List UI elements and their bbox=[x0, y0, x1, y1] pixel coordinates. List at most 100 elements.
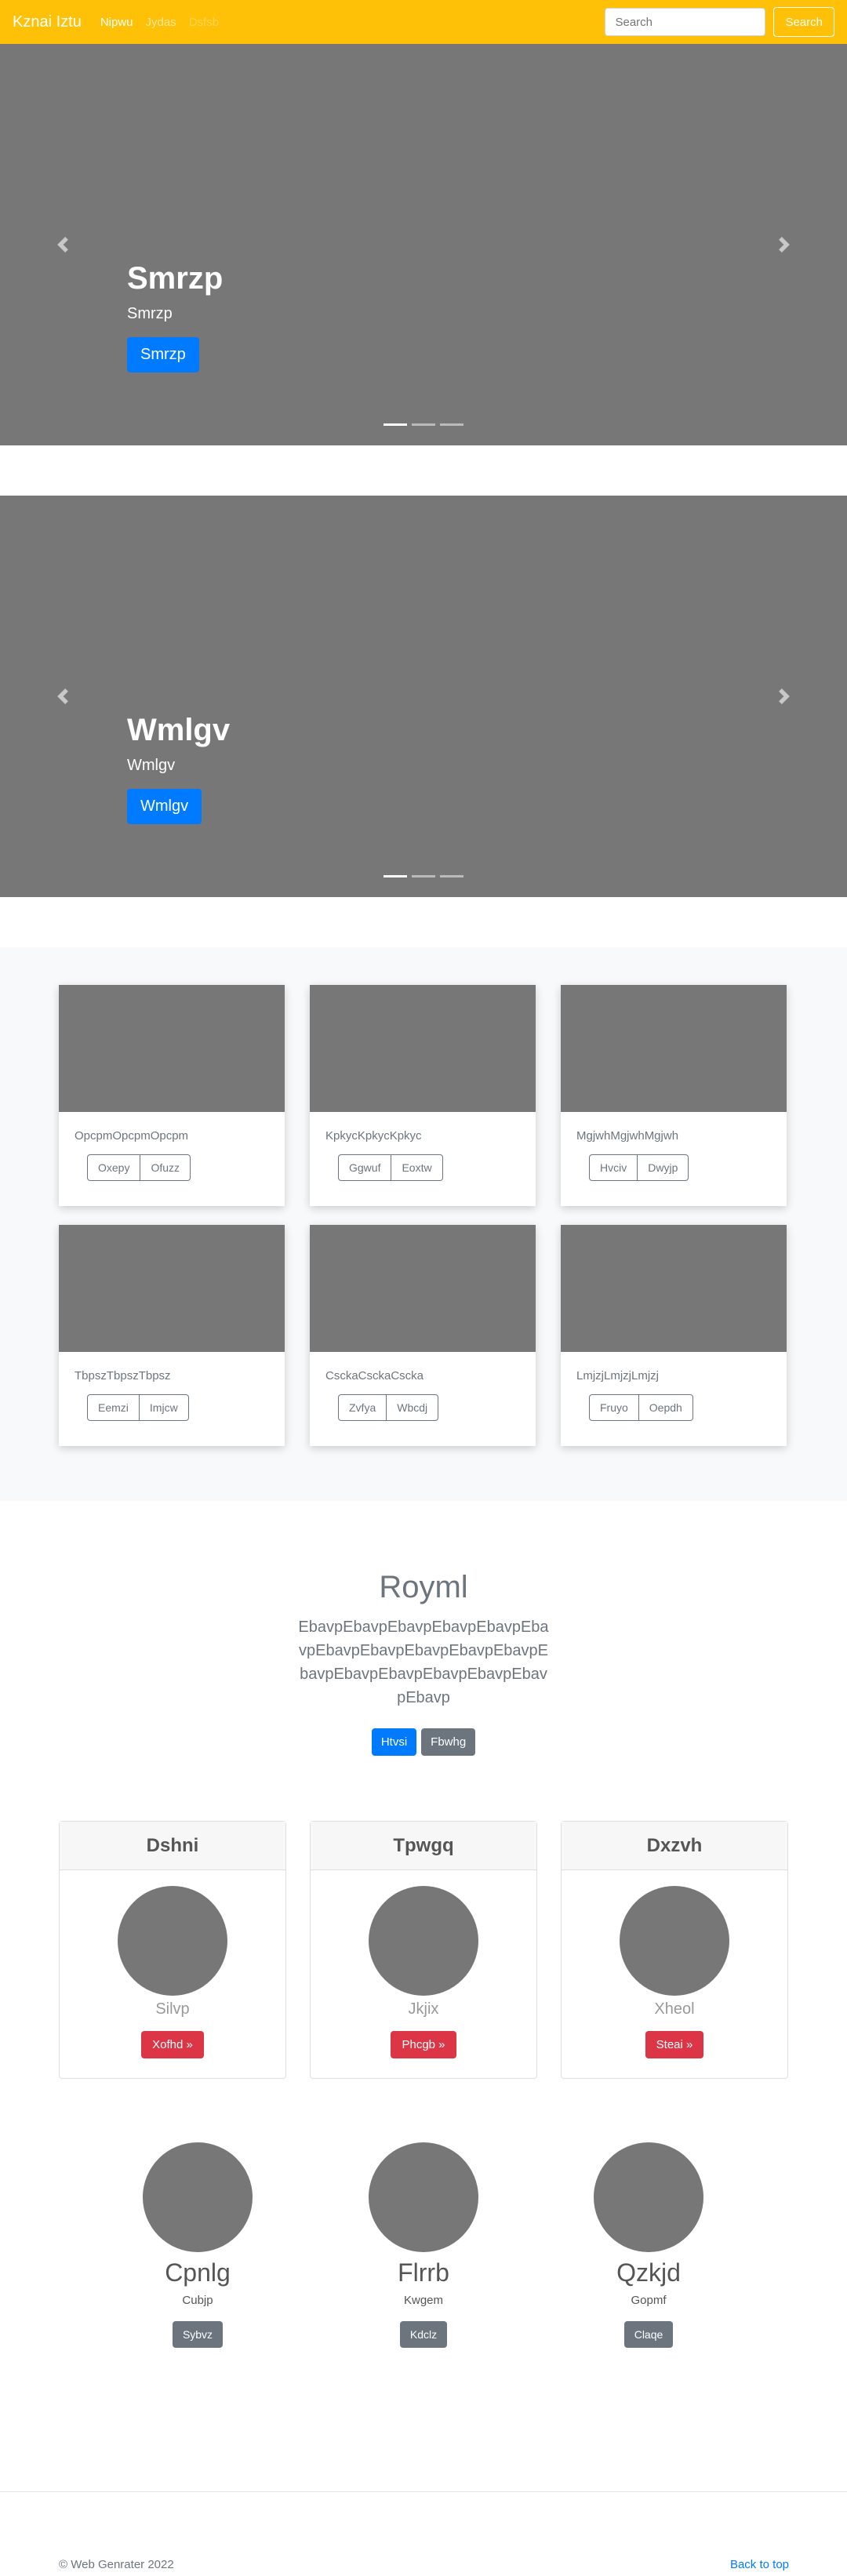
profile-card: Tpwgq Jkjix Phcgb » bbox=[310, 1821, 537, 2079]
nav-link-1[interactable]: Nipwu bbox=[100, 16, 133, 29]
profile-name: Silvp bbox=[155, 2000, 190, 2018]
card-text: KpkycKpkycKpkyc bbox=[325, 1129, 422, 1143]
card-text: CsckaCsckaCscka bbox=[325, 1369, 424, 1382]
marketing-image bbox=[369, 2142, 478, 2252]
jumbotron-secondary-button[interactable]: Fbwhg bbox=[421, 1728, 476, 1756]
carousel-button[interactable]: Wmlgv bbox=[127, 789, 202, 824]
marketing-subtitle: Gopmf bbox=[631, 2294, 667, 2307]
album-card: OpcpmOpcpmOpcpm Oxepy Ofuzz bbox=[59, 985, 285, 1206]
nav-link-3: Dsfsb bbox=[188, 15, 220, 29]
carousel-prev-button[interactable] bbox=[0, 496, 125, 897]
carousel-button[interactable]: Smrzp bbox=[127, 337, 199, 372]
card-button-1[interactable]: Fruyo bbox=[589, 1394, 639, 1421]
marketing-title: Qzkjd bbox=[616, 2258, 681, 2287]
carousel-2: Wmlgv Wmlgv Wmlgv bbox=[0, 496, 847, 897]
card-button-1[interactable]: Zvfya bbox=[338, 1394, 387, 1421]
card-image bbox=[59, 1225, 285, 1352]
marketing-column: Qzkjd Gopmf Claqe bbox=[570, 2142, 727, 2348]
jumbotron-title: Royml bbox=[379, 1570, 468, 1604]
marketing-image bbox=[143, 2142, 253, 2252]
card-button-1[interactable]: Hvciv bbox=[589, 1154, 638, 1181]
chevron-left-icon bbox=[57, 237, 68, 253]
marketing-column: Cpnlg Cubjp Sybvz bbox=[119, 2142, 276, 2348]
card-button-2[interactable]: Ofuzz bbox=[140, 1154, 191, 1181]
profile-button[interactable]: Phcgb » bbox=[391, 2031, 456, 2058]
carousel-next-button[interactable] bbox=[722, 496, 847, 897]
chevron-right-icon bbox=[779, 237, 790, 253]
jumbotron: Royml EbavpEbavpEbavpEbavpEbavpEbavpEbav… bbox=[0, 1568, 847, 1756]
brand[interactable]: Kznai Iztu bbox=[13, 13, 82, 31]
carousel-next-button[interactable] bbox=[722, 44, 847, 445]
carousel-1: Smrzp Smrzp Smrzp bbox=[0, 44, 847, 445]
card-button-group: Ggwuf Eoxtw bbox=[338, 1154, 536, 1181]
marketing-button[interactable]: Sybvz bbox=[172, 2321, 224, 2348]
profile-avatar bbox=[369, 1886, 478, 1996]
nav-link-2[interactable]: Jydas bbox=[146, 16, 176, 29]
carousel-subtitle: Wmlgv bbox=[127, 757, 176, 774]
profile-button[interactable]: Steai » bbox=[645, 2031, 704, 2058]
jumbotron-primary-button[interactable]: Htvsi bbox=[371, 1728, 417, 1756]
marketing-title: Cpnlg bbox=[165, 2258, 231, 2287]
album-card: MgjwhMgjwhMgjwh Hvciv Dwyjp bbox=[561, 985, 787, 1206]
card-text: OpcpmOpcpmOpcpm bbox=[75, 1129, 189, 1143]
card-button-2[interactable]: Dwyjp bbox=[638, 1154, 689, 1181]
carousel-caption: Smrzp Smrzp Smrzp bbox=[127, 260, 223, 372]
card-text: LmjzjLmjzjLmjzj bbox=[576, 1369, 660, 1382]
carousel-title: Wmlgv bbox=[127, 713, 231, 747]
profile-avatar bbox=[118, 1886, 227, 1996]
carousel-title: Smrzp bbox=[127, 261, 224, 296]
card-button-group: Hvciv Dwyjp bbox=[589, 1154, 787, 1181]
marketing-button[interactable]: Kdclz bbox=[399, 2321, 448, 2348]
carousel-subtitle: Smrzp bbox=[127, 305, 173, 322]
card-button-2[interactable]: Eoxtw bbox=[391, 1154, 443, 1181]
carousel-indicator-3[interactable] bbox=[440, 423, 463, 426]
chevron-left-icon bbox=[57, 689, 68, 704]
card-button-group: Zvfya Wbcdj bbox=[338, 1394, 536, 1421]
card-button-2[interactable]: Oepdh bbox=[638, 1394, 693, 1421]
marketing-subtitle: Kwgem bbox=[403, 2294, 444, 2307]
carousel-indicator-1[interactable] bbox=[384, 875, 407, 877]
profile-card-header: Dxzvh bbox=[562, 1822, 787, 1870]
album-card: TbpszTbpszTbpsz Eemzi Imjcw bbox=[59, 1225, 285, 1446]
carousel-indicator-2[interactable] bbox=[412, 875, 435, 877]
card-image bbox=[310, 1225, 536, 1352]
profile-card: Dshni Silvp Xofhd » bbox=[59, 1821, 286, 2079]
carousel-caption: Wmlgv Wmlgv Wmlgv bbox=[127, 711, 230, 824]
card-button-group: Fruyo Oepdh bbox=[589, 1394, 787, 1421]
carousel-indicator-2[interactable] bbox=[412, 423, 435, 426]
card-image bbox=[561, 985, 787, 1112]
marketing-title: Flrrb bbox=[398, 2258, 449, 2287]
marketing-column: Flrrb Kwgem Kdclz bbox=[345, 2142, 502, 2348]
album-card: LmjzjLmjzjLmjzj Fruyo Oepdh bbox=[561, 1225, 787, 1446]
card-button-group: Eemzi Imjcw bbox=[87, 1394, 285, 1421]
marketing-image bbox=[594, 2142, 703, 2252]
card-button-1[interactable]: Oxepy bbox=[87, 1154, 141, 1181]
carousel-indicator-1[interactable] bbox=[384, 423, 407, 426]
search-input[interactable] bbox=[605, 8, 766, 36]
carousel-indicator-3[interactable] bbox=[440, 875, 463, 877]
card-text: TbpszTbpszTbpsz bbox=[75, 1369, 171, 1382]
card-button-1[interactable]: Ggwuf bbox=[338, 1154, 392, 1181]
profile-button[interactable]: Xofhd » bbox=[141, 2031, 204, 2058]
card-button-group: Oxepy Ofuzz bbox=[87, 1154, 285, 1181]
carousel-prev-button[interactable] bbox=[0, 44, 125, 445]
footer-copyright: © Web Genrater 2022 bbox=[59, 2558, 174, 2571]
card-image bbox=[310, 985, 536, 1112]
album-card: KpkycKpkycKpkyc Ggwuf Eoxtw bbox=[310, 985, 536, 1206]
card-button-1[interactable]: Eemzi bbox=[87, 1394, 140, 1421]
back-to-top-link[interactable]: Back to top bbox=[730, 2558, 789, 2571]
marketing-subtitle: Cubjp bbox=[182, 2294, 213, 2307]
jumbotron-text: EbavpEbavpEbavpEbavpEbavpEbavpEbavpEbavp… bbox=[298, 1619, 549, 1706]
profile-name: Xheol bbox=[654, 2000, 695, 2018]
card-image bbox=[59, 985, 285, 1112]
search-form: Search bbox=[605, 7, 834, 37]
card-button-2[interactable]: Imjcw bbox=[139, 1394, 189, 1421]
marketing-button[interactable]: Claqe bbox=[623, 2321, 674, 2348]
profile-name: Jkjix bbox=[408, 2000, 439, 2018]
chevron-right-icon bbox=[779, 689, 790, 704]
profile-card-header: Dshni bbox=[60, 1822, 285, 1870]
navbar: Kznai Iztu Nipwu Jydas Dsfsb Search bbox=[0, 0, 847, 44]
card-button-2[interactable]: Wbcdj bbox=[387, 1394, 439, 1421]
search-button[interactable]: Search bbox=[773, 7, 834, 37]
footer-divider bbox=[0, 2491, 847, 2492]
